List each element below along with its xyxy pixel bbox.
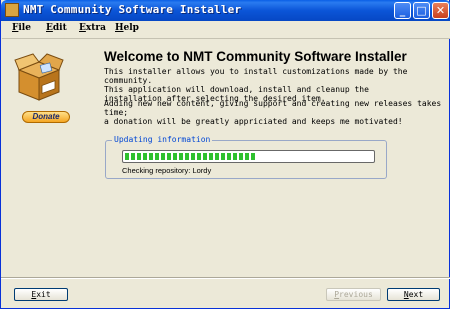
package-icon [14, 53, 64, 101]
next-button[interactable]: Next [387, 288, 440, 301]
status-text: Checking repository: Lordy [122, 166, 212, 175]
previous-button[interactable]: Previous [326, 288, 381, 301]
window-title: NMT Community Software Installer [23, 3, 242, 16]
menu-extra[interactable]: Extra [79, 23, 106, 33]
donate-button[interactable]: Donate [22, 111, 70, 123]
app-box-icon [5, 3, 19, 17]
progress-fill [125, 153, 256, 160]
page-title: Welcome to NMT Community Software Instal… [104, 49, 407, 64]
installer-window: NMT Community Software Installer _ □ ✕ F… [0, 0, 450, 309]
title-bar[interactable]: NMT Community Software Installer _ □ ✕ [1, 0, 450, 21]
menu-file[interactable]: File [12, 23, 31, 33]
maximize-button[interactable]: □ [413, 2, 430, 19]
menu-bar: File Edit Extra Help [2, 21, 450, 39]
close-button[interactable]: ✕ [432, 2, 449, 19]
intro-text: This installer allows you to install cus… [104, 67, 408, 103]
footer-separator [1, 277, 450, 279]
exit-button[interactable]: Exit [14, 288, 68, 301]
minimize-button[interactable]: _ [394, 2, 411, 19]
progress-bar [122, 150, 375, 163]
menu-help[interactable]: Help [115, 23, 139, 33]
donation-text: Adding new new content, giving support a… [104, 99, 442, 126]
update-legend: Updating information [112, 135, 213, 144]
menu-edit[interactable]: Edit [46, 23, 67, 33]
